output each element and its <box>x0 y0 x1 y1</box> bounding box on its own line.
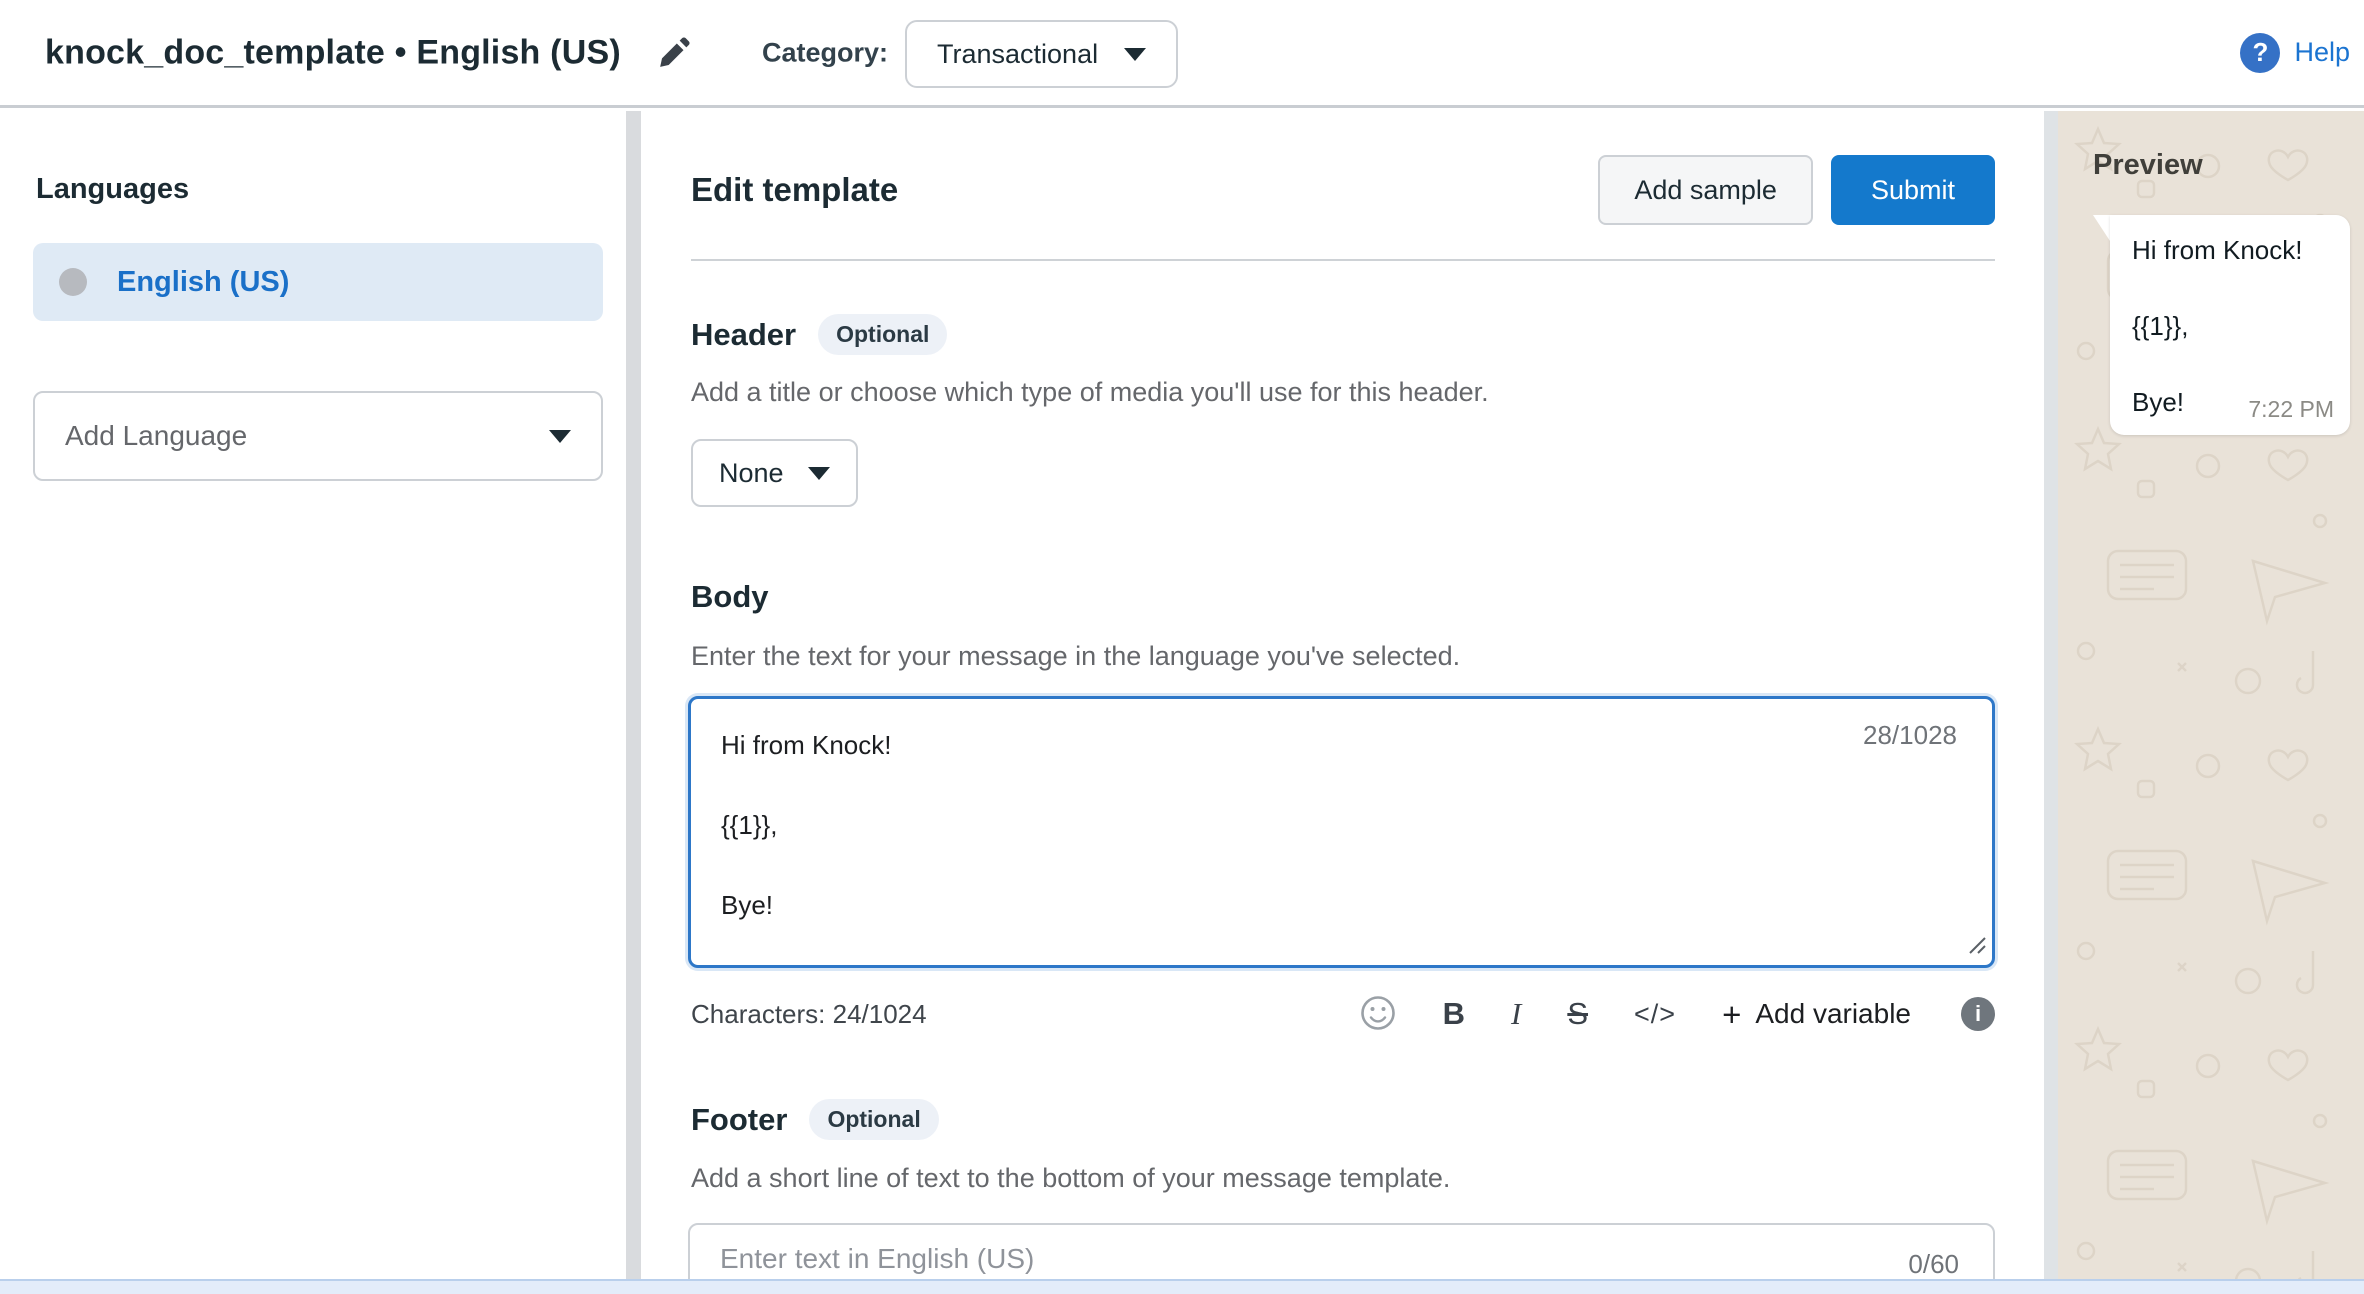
add-variable-button[interactable]: + Add variable <box>1722 998 1911 1031</box>
add-language-placeholder: Add Language <box>65 420 247 452</box>
footer-text-input[interactable] <box>688 1223 1995 1279</box>
strikethrough-button[interactable]: S <box>1567 996 1588 1032</box>
header-section-title: Header <box>691 317 796 353</box>
preview-panel: Preview Hi from Knock! {{1}}, Bye! 7:22 … <box>2058 111 2364 1279</box>
chevron-down-icon <box>1124 48 1146 61</box>
bottom-bar <box>0 1279 2364 1294</box>
category-value: Transactional <box>937 39 1098 70</box>
header-section-description: Add a title or choose which type of medi… <box>691 377 1489 408</box>
optional-badge: Optional <box>809 1099 938 1140</box>
languages-heading: Languages <box>36 173 189 206</box>
characters-counter-label: Characters: 24/1024 <box>691 999 927 1030</box>
page-title: Edit template <box>691 171 898 209</box>
divider <box>691 259 1995 261</box>
sidebar-scrollbar[interactable] <box>626 111 641 1279</box>
edit-title-button[interactable] <box>652 32 696 76</box>
chevron-down-icon <box>808 467 830 480</box>
template-title: knock_doc_template • English (US) <box>45 33 621 72</box>
body-text-input[interactable]: Hi from Knock! {{1}}, Bye! <box>688 696 1995 968</box>
help-icon: ? <box>2240 33 2280 73</box>
emoji-button[interactable] <box>1359 994 1397 1035</box>
body-section-description: Enter the text for your message in the l… <box>691 641 1460 672</box>
bold-button[interactable]: B <box>1443 996 1465 1032</box>
category-label: Category: <box>762 37 888 68</box>
message-bubble: Hi from Knock! {{1}}, Bye! 7:22 PM <box>2110 215 2350 435</box>
footer-char-counter: 0/60 <box>1908 1249 1959 1279</box>
sidebar-item-english-us[interactable]: English (US) <box>33 243 603 321</box>
category-select[interactable]: Transactional <box>905 20 1178 88</box>
smiley-icon <box>1359 994 1397 1035</box>
optional-badge: Optional <box>818 314 947 355</box>
message-text: Hi from Knock! {{1}}, Bye! <box>2132 231 2330 421</box>
language-status-dot-icon <box>59 268 87 296</box>
help-label: Help <box>2294 37 2350 68</box>
plus-icon: + <box>1722 998 1741 1031</box>
italic-button[interactable]: I <box>1511 996 1521 1032</box>
main-scrollbar[interactable] <box>2044 111 2058 1279</box>
pencil-icon <box>654 61 694 76</box>
message-timestamp: 7:22 PM <box>2248 396 2334 423</box>
footer-section-title: Footer <box>691 1102 787 1138</box>
add-variable-label: Add variable <box>1755 998 1911 1030</box>
edit-template-panel: Edit template Add sample Submit Header O… <box>641 111 2044 1279</box>
header-type-value: None <box>719 458 784 489</box>
info-icon[interactable]: i <box>1961 997 1995 1031</box>
body-char-counter: 28/1028 <box>1863 720 1957 751</box>
add-sample-button[interactable]: Add sample <box>1598 155 1813 225</box>
footer-section-description: Add a short line of text to the bottom o… <box>691 1163 1450 1194</box>
header-type-select[interactable]: None <box>691 439 858 507</box>
language-label: English (US) <box>117 266 289 299</box>
submit-button[interactable]: Submit <box>1831 155 1995 225</box>
languages-sidebar: Languages English (US) Add Language <box>0 111 626 1279</box>
preview-heading: Preview <box>2093 149 2203 182</box>
help-button[interactable]: ? Help <box>2240 33 2350 73</box>
code-button[interactable]: </> <box>1634 999 1676 1030</box>
add-language-select[interactable]: Add Language <box>33 391 603 481</box>
top-bar: knock_doc_template • English (US) Catego… <box>0 0 2364 108</box>
body-format-toolbar: Characters: 24/1024 B I S </> + Add v <box>691 989 1995 1039</box>
body-section-title: Body <box>691 579 769 615</box>
chevron-down-icon <box>549 430 571 443</box>
